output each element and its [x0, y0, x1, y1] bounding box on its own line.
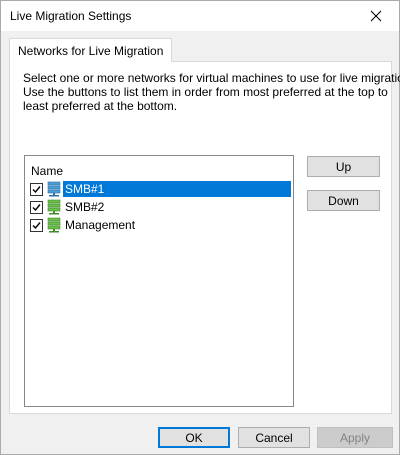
list-item-smb1[interactable]: SMB#1	[25, 180, 293, 198]
description-line-1: Select one or more networks for virtual …	[23, 71, 400, 85]
close-button[interactable]	[353, 1, 399, 31]
cancel-button[interactable]: Cancel	[238, 427, 310, 448]
tab-networks-for-live-migration[interactable]: Networks for Live Migration	[9, 38, 173, 62]
move-down-button[interactable]: Down	[307, 190, 380, 211]
move-up-button[interactable]: Up	[307, 156, 380, 177]
checkbox-smb2[interactable]	[30, 201, 43, 214]
list-item-management[interactable]: Management	[25, 216, 293, 234]
ok-button[interactable]: OK	[158, 427, 230, 448]
network-adapter-icon	[47, 199, 61, 215]
description-line-3: least preferred at the bottom.	[23, 99, 178, 113]
list-item-label: Management	[65, 218, 136, 232]
title-bar[interactable]: Live Migration Settings	[1, 1, 399, 31]
live-migration-settings-dialog: Live Migration Settings Networks for Liv…	[0, 0, 400, 455]
checkmark-icon	[32, 186, 41, 194]
checkbox-management[interactable]	[30, 219, 43, 232]
networks-listbox[interactable]: Name SMB#1 SMB#2 Management	[24, 155, 294, 407]
checkmark-icon	[32, 222, 41, 230]
list-item-smb2[interactable]: SMB#2	[25, 198, 293, 216]
close-icon	[370, 10, 382, 22]
checkbox-smb1[interactable]	[30, 183, 43, 196]
dialog-footer: OK Cancel Apply	[1, 416, 399, 454]
list-column-header-name[interactable]: Name	[31, 164, 63, 178]
network-adapter-icon	[47, 217, 61, 233]
tab-label: Networks for Live Migration	[18, 43, 164, 58]
checkmark-icon	[32, 204, 41, 212]
description-text: Select one or more networks for virtual …	[23, 71, 400, 113]
description-line-2: Use the buttons to list them in order fr…	[23, 85, 388, 99]
list-item-label: SMB#2	[65, 200, 105, 214]
tab-panel: Select one or more networks for virtual …	[9, 61, 400, 414]
apply-button[interactable]: Apply	[317, 427, 393, 448]
window-title: Live Migration Settings	[10, 9, 132, 23]
network-adapter-icon	[47, 181, 61, 197]
list-item-label: SMB#1	[63, 181, 291, 197]
